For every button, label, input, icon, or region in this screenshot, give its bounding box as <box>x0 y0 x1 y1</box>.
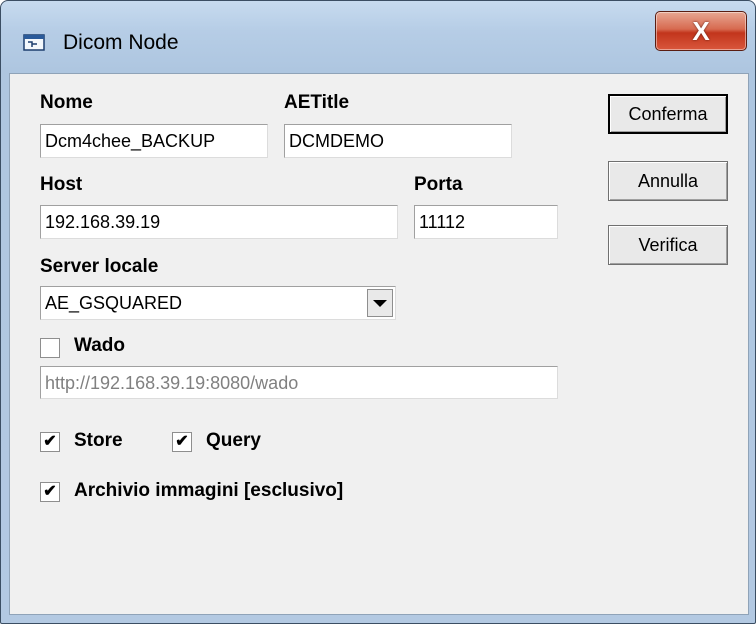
close-icon: X <box>692 15 710 46</box>
title-bar[interactable]: Dicom Node X <box>1 1 755 71</box>
verifica-button[interactable]: Verifica <box>608 225 728 265</box>
host-label: Host <box>40 174 83 195</box>
annulla-button[interactable]: Annulla <box>608 161 728 201</box>
wado-url-input[interactable]: http://192.168.39.19:8080/wado <box>40 366 558 399</box>
store-label: Store <box>74 430 123 451</box>
conferma-button[interactable]: Conferma <box>608 94 728 134</box>
nome-label: Nome <box>40 92 93 113</box>
porta-label: Porta <box>414 174 463 195</box>
aetitle-label: AETitle <box>284 92 350 113</box>
nome-input[interactable]: Dcm4chee_BACKUP <box>40 124 268 158</box>
porta-input[interactable]: 11112 <box>414 205 558 239</box>
dialog-window: Dicom Node X Nome AETitle Dcm4chee_BACKU… <box>0 0 756 624</box>
archivio-checkbox[interactable]: ✔ <box>40 482 60 502</box>
server-locale-label: Server locale <box>40 256 159 277</box>
server-locale-value: AE_GSQUARED <box>45 293 183 313</box>
query-label: Query <box>206 430 261 451</box>
archivio-label: Archivio immagini [esclusivo] <box>74 480 344 501</box>
host-input[interactable]: 192.168.39.19 <box>40 205 398 239</box>
aetitle-input[interactable]: DCMDEMO <box>284 124 512 158</box>
query-checkbox[interactable]: ✔ <box>172 432 192 452</box>
close-button[interactable]: X <box>655 11 747 51</box>
dicom-node-icon <box>23 34 45 51</box>
server-locale-select[interactable]: AE_GSQUARED <box>40 286 396 320</box>
wado-label: Wado <box>74 335 126 356</box>
dialog-body: Nome AETitle Dcm4chee_BACKUP DCMDEMO Hos… <box>9 73 749 615</box>
window-title: Dicom Node <box>63 31 179 54</box>
chevron-down-icon[interactable] <box>367 289 393 317</box>
store-checkbox[interactable]: ✔ <box>40 432 60 452</box>
wado-checkbox[interactable] <box>40 338 60 358</box>
